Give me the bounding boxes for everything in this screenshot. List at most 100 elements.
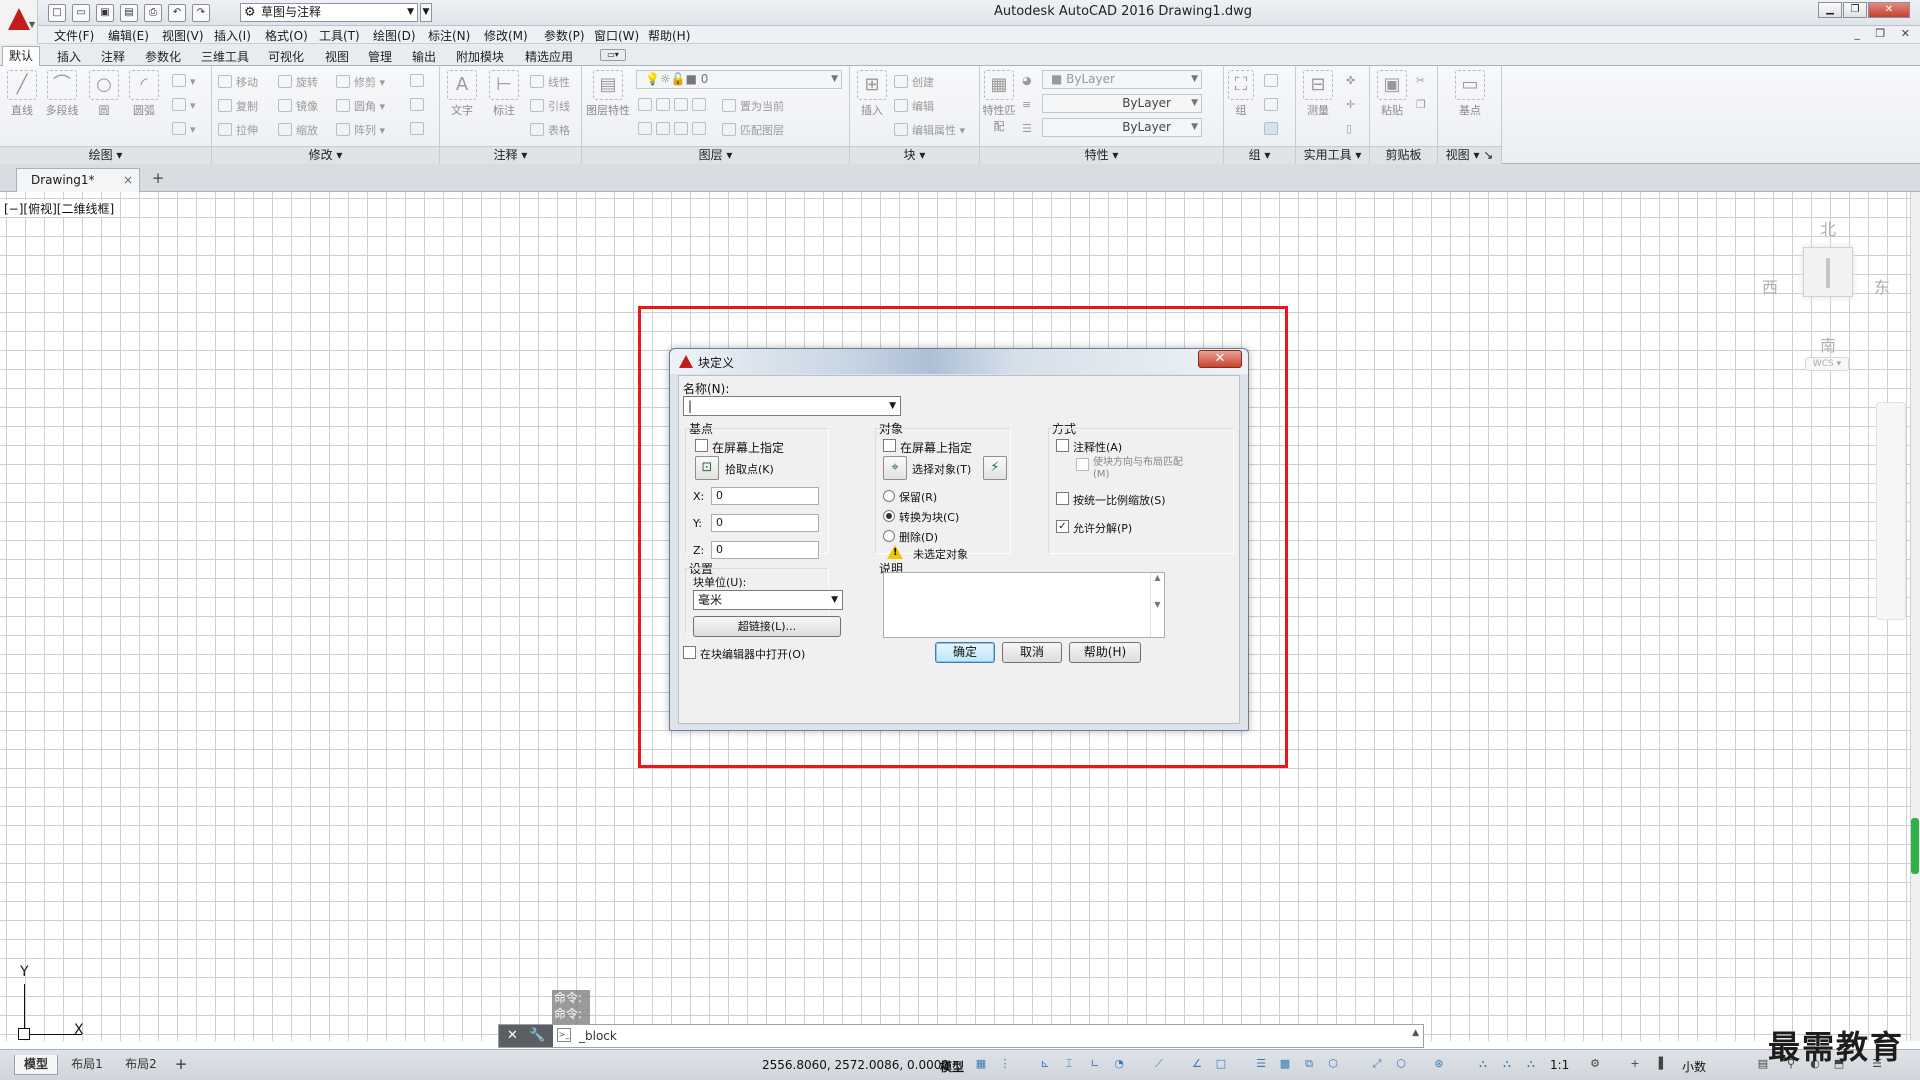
undo-icon[interactable]: ↶	[168, 4, 186, 22]
viewcube-north[interactable]: 北	[1820, 216, 1836, 240]
linear-tool[interactable]: 线性	[530, 74, 570, 90]
allow-explode-checkbox[interactable]: ✓	[1056, 520, 1069, 533]
linetype-select[interactable]: ByLayer ▼	[1042, 94, 1202, 113]
dynamic-ucs-icon[interactable]: ⤢	[1370, 1057, 1384, 1071]
new-file-icon[interactable]: □	[48, 4, 66, 22]
tab-3d-tools[interactable]: 三维工具	[201, 48, 249, 65]
arc-tool[interactable]: ◜ 圆弧	[126, 70, 162, 118]
menu-help[interactable]: 帮助(H)	[648, 27, 690, 44]
tab-featured-apps[interactable]: 精选应用	[525, 48, 573, 65]
base-view-tool[interactable]: ▭ 基点	[1452, 70, 1488, 118]
command-prompt-icon[interactable]: >_	[557, 1028, 571, 1042]
group-edit-icon[interactable]	[1264, 98, 1282, 112]
ellipse-tool[interactable]: ▾	[172, 98, 196, 112]
viewcube[interactable]: 北 西 东 南 WCS ▾	[1748, 202, 1898, 392]
annotation-monitor-icon[interactable]: +	[1628, 1057, 1642, 1071]
delete-radio[interactable]	[883, 530, 895, 542]
minimize-button[interactable]: ▁	[1818, 2, 1842, 18]
tab-parametric[interactable]: 参数化	[145, 48, 181, 65]
right-scrollbar[interactable]	[1910, 192, 1920, 1041]
application-menu-button[interactable]: ▼	[0, 0, 38, 44]
ortho-icon[interactable]: ∟	[1088, 1057, 1102, 1071]
panel-clipboard-title[interactable]: 剪贴板	[1370, 146, 1437, 164]
tab-output[interactable]: 输出	[412, 48, 436, 65]
dialog-title-bar[interactable]: 块定义 ✕	[670, 349, 1248, 374]
insert-block-tool[interactable]: ⊞ 插入	[854, 70, 890, 118]
save-icon[interactable]: ▣	[96, 4, 114, 22]
workspace-gear-icon[interactable]: ⚙	[1588, 1057, 1602, 1071]
copy-tool[interactable]: 复制	[218, 98, 258, 114]
menu-format[interactable]: 格式(O)	[265, 27, 308, 44]
qat-customize-button[interactable]: ▼	[420, 3, 432, 22]
polar-tracking-icon[interactable]: ◔	[1112, 1057, 1126, 1071]
viewport-controls[interactable]: [−][俯视][二维线框]	[4, 200, 115, 217]
id-point-icon[interactable]: ✜	[1346, 74, 1355, 87]
line-tool[interactable]: ╱ 直线	[4, 70, 40, 118]
tab-layout2[interactable]: 布局2	[118, 1055, 164, 1075]
color-select[interactable]: ■ ByLayer ▼	[1042, 70, 1202, 89]
paste-tool[interactable]: ▣ 粘贴	[1374, 70, 1410, 118]
panel-annotation-title[interactable]: 注释 ▾	[440, 146, 581, 164]
tab-visualize[interactable]: 可视化	[268, 48, 304, 65]
tab-addins[interactable]: 附加模块	[456, 48, 504, 65]
block-unit-select[interactable]: 毫米 ▼	[693, 590, 843, 610]
hyperlink-button[interactable]: 超链接(L)...	[693, 616, 841, 637]
viewcube-face-top[interactable]	[1803, 247, 1853, 297]
lineweight-icon[interactable]: ☰	[1022, 122, 1032, 135]
viewcube-west[interactable]: 西	[1762, 274, 1778, 298]
move-tool[interactable]: 移动	[218, 74, 258, 90]
lineweight-select[interactable]: ByLayer ▼	[1042, 118, 1202, 137]
tab-layout1[interactable]: 布局1	[64, 1055, 110, 1075]
measure-tool[interactable]: ⊟ 测量	[1300, 70, 1336, 118]
description-scrollbar[interactable]: ▲ ▼	[1150, 573, 1164, 637]
rectangle-tool[interactable]: ▾	[172, 74, 196, 88]
tab-insert[interactable]: 插入	[57, 48, 81, 65]
offset-tool[interactable]	[410, 122, 428, 136]
panel-view-title[interactable]: 视图 ▾ ↘	[1438, 146, 1501, 164]
tab-default[interactable]: 默认	[2, 46, 40, 66]
table-tool[interactable]: 表格	[530, 122, 570, 138]
tab-annotate[interactable]: 注释	[101, 48, 125, 65]
help-button[interactable]: 帮助(H)	[1069, 642, 1141, 663]
selection-filter-icon[interactable]: ⬡	[1394, 1057, 1408, 1071]
print-icon[interactable]: ⎙	[144, 4, 162, 22]
units-display[interactable]: 小数	[1682, 1058, 1706, 1075]
menu-file[interactable]: 文件(F)	[54, 27, 94, 44]
point-icon[interactable]: ✛	[1346, 98, 1355, 111]
auto-scale-icon[interactable]: ⛬	[1500, 1057, 1514, 1071]
chevron-up-icon[interactable]: ▲	[1412, 1028, 1419, 1038]
ok-button[interactable]: 确定	[935, 642, 995, 663]
layer-select[interactable]: 💡☼🔓■ 0 ▼	[636, 70, 842, 89]
close-window-button[interactable]: ✕	[1868, 2, 1910, 18]
gizmo-icon[interactable]: ⊛	[1432, 1057, 1446, 1071]
hatch-tool[interactable]: ▾	[172, 122, 196, 136]
group-select-icon[interactable]	[1264, 122, 1282, 136]
annotative-checkbox[interactable]	[1056, 439, 1069, 452]
stretch-tool[interactable]: 拉伸	[218, 122, 258, 138]
redo-icon[interactable]: ↷	[192, 4, 210, 22]
dialog-close-button[interactable]: ✕	[1198, 350, 1242, 368]
open-file-icon[interactable]: ▭	[72, 4, 90, 22]
menu-edit[interactable]: 编辑(E)	[108, 27, 149, 44]
panel-modify-title[interactable]: 修改 ▾	[212, 146, 439, 164]
layer-properties-tool[interactable]: ▤ 图层特性	[586, 70, 630, 118]
color-wheel-icon[interactable]: ◕	[1022, 74, 1032, 87]
scale-uniformly-checkbox[interactable]	[1056, 492, 1069, 505]
base-y-input[interactable]: 0	[711, 514, 819, 532]
save-as-icon[interactable]: ▤	[120, 4, 138, 22]
rotate-tool[interactable]: 旋转	[278, 74, 318, 90]
polyline-tool[interactable]: ⌒ 多段线	[44, 70, 80, 118]
menu-modify[interactable]: 修改(M)	[484, 27, 528, 44]
transparency-icon[interactable]: ▩	[1278, 1057, 1292, 1071]
tab-drawing1[interactable]: Drawing1* ×	[16, 168, 140, 192]
block-name-combo[interactable]: | ▼	[683, 396, 901, 416]
panel-utilities-title[interactable]: 实用工具 ▾	[1296, 146, 1369, 164]
menu-parametric[interactable]: 参数(P)	[544, 27, 585, 44]
wcs-menu[interactable]: WCS ▾	[1805, 357, 1849, 371]
document-window-controls[interactable]: _ ❐ ✕	[1854, 27, 1916, 40]
explode-tool[interactable]	[410, 98, 428, 112]
set-current-tool[interactable]: 置为当前	[722, 98, 784, 114]
menu-view[interactable]: 视图(V)	[162, 27, 204, 44]
linetype-icon[interactable]: ≡	[1022, 98, 1031, 111]
fillet-tool[interactable]: 圆角 ▾	[336, 98, 385, 114]
